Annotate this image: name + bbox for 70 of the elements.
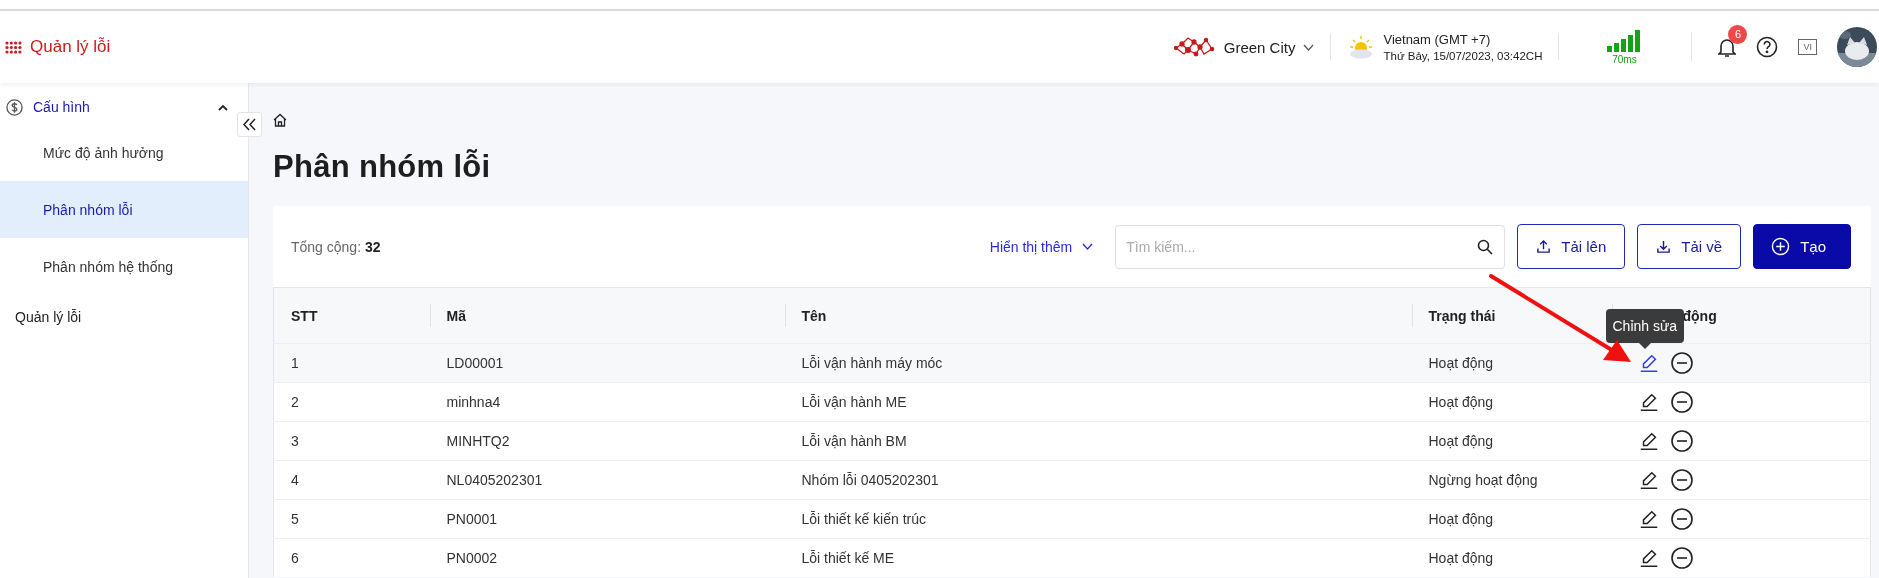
search-field[interactable]: Tìm kiếm... [1115,224,1506,269]
table-cell: Lỗi thiết kế ME [784,538,1412,577]
table-cell: MINHTQ2 [429,421,785,461]
show-more-button[interactable]: Hiển thị thêm [989,238,1104,255]
table-cell: LD00001 [429,343,785,383]
table-cell: 2 [273,382,430,422]
table-cell: 4 [273,460,430,500]
download-button[interactable]: Tải về [1637,224,1742,269]
table-cell: minhna4 [429,382,785,422]
remove-icon[interactable] [1669,390,1694,414]
chevron-up-icon[interactable] [218,103,228,111]
collapse-sidebar-button[interactable] [237,112,262,137]
chevron-down-icon[interactable] [1303,43,1315,51]
dollar-circle-icon [6,98,23,116]
double-chevron-left-icon [243,118,256,131]
column-header: STT [273,287,430,344]
language-button[interactable]: VI [1798,39,1817,55]
network-logo-icon [1173,36,1216,58]
date-time: Thứ Bảy, 15/07/2023, 03:42CH [1383,50,1543,62]
plus-circle-icon [1771,237,1791,256]
table-cell: Hoạt động [1411,382,1612,422]
home-icon[interactable] [273,113,287,127]
remove-icon[interactable] [1669,429,1694,453]
table-cell: 5 [273,499,430,539]
help-icon[interactable] [1756,36,1779,58]
table-cell: Hoạt động [1411,538,1612,577]
table-cell: Lỗi thiết kế kiến trúc [784,499,1412,539]
remove-icon[interactable] [1669,351,1694,375]
remove-icon[interactable] [1669,546,1694,570]
bell-icon[interactable] [1718,36,1737,58]
sidebar-item[interactable]: Quản lý lỗi [0,295,248,339]
table-cell: Hoạt động [1411,343,1612,383]
chevron-down-icon [1082,243,1094,250]
sidebar-item[interactable]: Phân nhóm lỗi [0,181,248,238]
notification-badge: 6 [1728,24,1748,44]
table-cell: 3 [273,421,430,461]
search-icon[interactable] [1477,238,1494,255]
table-cell: Lỗi vận hành ME [784,382,1412,422]
site-name[interactable]: Green City [1223,38,1296,56]
table-cell: Hoạt động [1411,421,1612,461]
signal-bars-icon [1607,29,1642,52]
total-count: Tổng cộng: 32 [291,238,382,255]
table-cell: PN0001 [429,499,785,539]
page-title: Phân nhóm lỗi [273,149,492,185]
table-cell: PN0002 [429,538,785,577]
table-cell: 6 [273,538,430,577]
sidebar-group[interactable]: Cấu hình [0,96,248,118]
table-cell: NL0405202301 [429,460,785,500]
table-cell: 1 [273,343,430,383]
remove-icon[interactable] [1669,507,1694,531]
timezone-label: Vietnam (GMT +7) [1383,32,1492,47]
table-cell: Lỗi vận hành máy móc [784,343,1412,383]
sidebar-item[interactable]: Phân nhóm hệ thống [0,238,248,295]
app-title: Quản lý lỗi [30,37,111,57]
apps-grid-icon[interactable] [5,40,22,54]
table-cell: Ngừng hoạt động [1411,460,1612,500]
upload-button[interactable]: Tải lên [1517,224,1626,269]
latency-label: 70ms [1612,53,1637,65]
tooltip: Chỉnh sửa [1605,309,1685,349]
table-cell: Nhóm lỗi 0405202301 [784,460,1412,500]
table-cell: Lỗi vận hành BM [784,421,1412,461]
upload-icon [1536,239,1552,254]
column-header: Trạng thái [1411,287,1612,344]
download-icon [1656,239,1672,254]
column-header: Mã [429,287,785,344]
create-button[interactable]: Tạo [1753,224,1851,269]
column-header: Tên [784,287,1412,344]
sidebar-item[interactable]: Mức độ ảnh hưởng [0,124,248,181]
table-cell: Hoạt động [1411,499,1612,539]
remove-icon[interactable] [1669,468,1694,492]
